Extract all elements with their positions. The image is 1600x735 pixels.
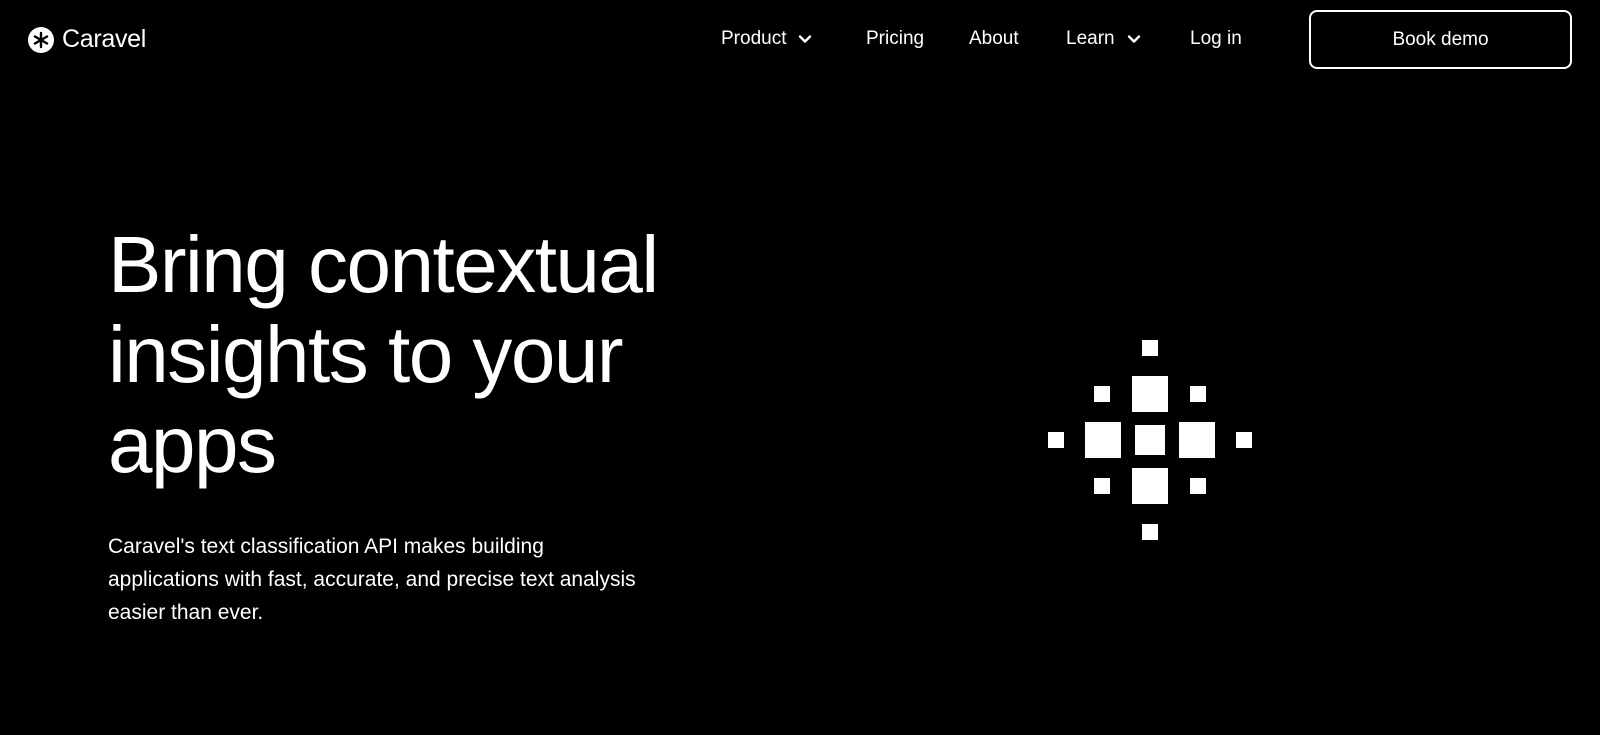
nav-product[interactable]: Product bbox=[721, 28, 812, 50]
hero-title-line: Bring contextual bbox=[108, 220, 659, 309]
graphic-square bbox=[1085, 422, 1121, 458]
nav-login-label: Log in bbox=[1190, 28, 1242, 49]
brand-logo-link[interactable]: Caravel bbox=[28, 25, 146, 54]
graphic-square bbox=[1179, 422, 1215, 458]
nav-learn[interactable]: Learn bbox=[1066, 28, 1141, 50]
hero-title-line: apps bbox=[108, 400, 277, 489]
nav-about-label: About bbox=[969, 28, 1019, 49]
asterisk-circle-icon bbox=[28, 26, 54, 53]
hero-subtitle-line: applications with fast, accurate, and pr… bbox=[108, 568, 636, 591]
site-header: Caravel Product Pricing About Learn Log … bbox=[0, 0, 1600, 82]
graphic-square bbox=[1236, 432, 1252, 448]
hero-subtitle-line: Caravel's text classification API makes … bbox=[108, 535, 544, 558]
graphic-square bbox=[1048, 432, 1064, 448]
hero-title: Bring contextual insights to your apps bbox=[108, 220, 748, 490]
pixel-diamond-graphic bbox=[1048, 340, 1252, 540]
chevron-down-icon bbox=[799, 35, 812, 43]
nav-pricing-label: Pricing bbox=[866, 28, 925, 49]
graphic-square bbox=[1094, 386, 1110, 402]
chevron-down-icon bbox=[1127, 35, 1140, 43]
brand-name: Caravel bbox=[62, 25, 147, 53]
graphic-square bbox=[1190, 478, 1206, 494]
book-demo-button[interactable]: Book demo bbox=[1309, 10, 1572, 69]
graphic-square bbox=[1132, 468, 1168, 504]
nav-product-label: Product bbox=[721, 28, 787, 49]
nav-about[interactable]: About bbox=[969, 28, 1019, 50]
hero-subtitle: Caravel's text classification API makes … bbox=[108, 530, 728, 629]
nav-pricing[interactable]: Pricing bbox=[866, 28, 924, 50]
hero-subtitle-line: easier than ever. bbox=[108, 601, 264, 624]
graphic-square bbox=[1142, 524, 1158, 540]
nav-learn-label: Learn bbox=[1066, 28, 1115, 49]
hero-title-line: insights to your bbox=[108, 310, 624, 399]
graphic-square bbox=[1142, 340, 1158, 356]
graphic-square bbox=[1132, 376, 1168, 412]
nav-login[interactable]: Log in bbox=[1190, 28, 1242, 50]
graphic-square bbox=[1190, 386, 1206, 402]
graphic-square bbox=[1094, 478, 1110, 494]
graphic-square bbox=[1135, 425, 1165, 455]
landing-page: Caravel Product Pricing About Learn Log … bbox=[0, 0, 1600, 735]
